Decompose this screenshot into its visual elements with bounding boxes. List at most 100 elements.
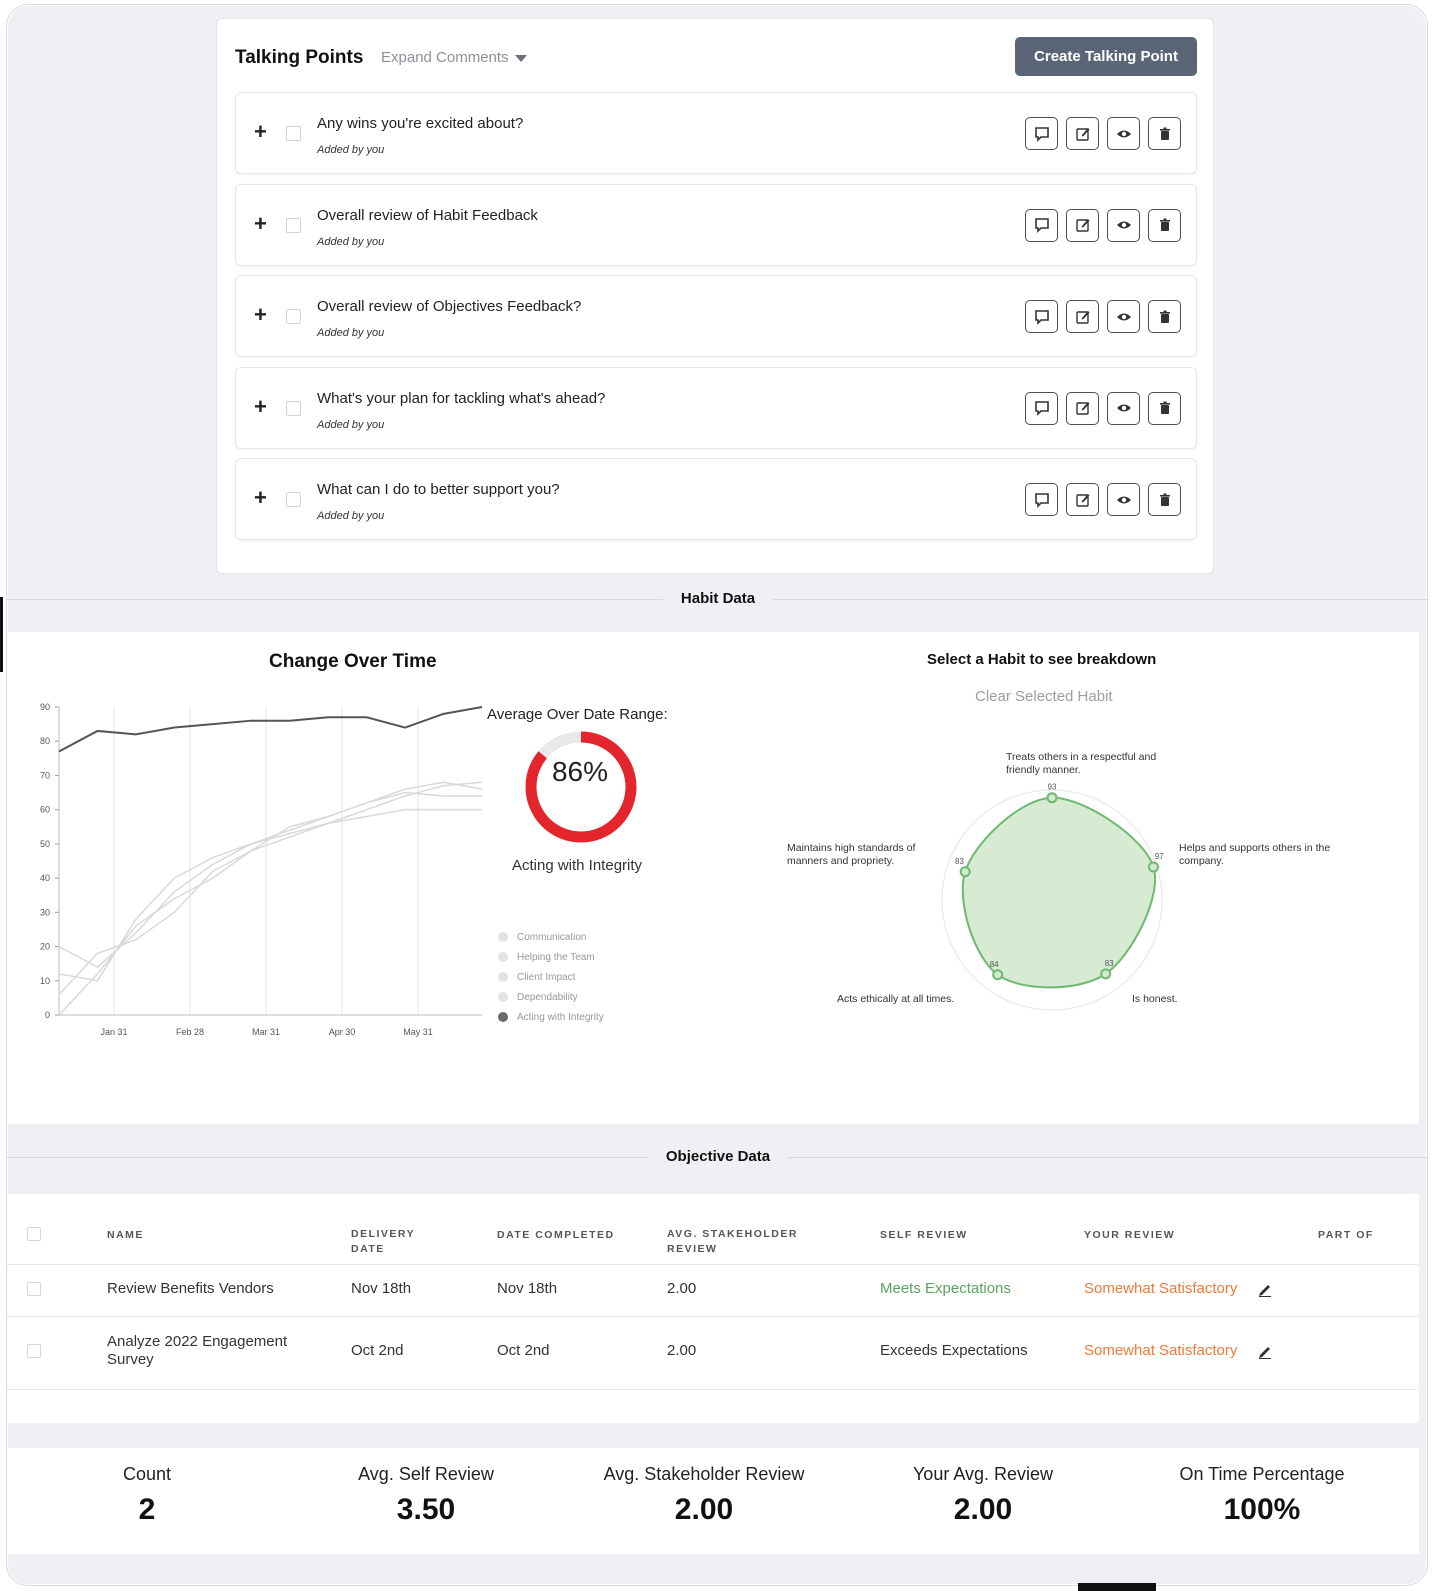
eye-button[interactable] bbox=[1107, 300, 1140, 333]
legend-item[interactable]: Dependability bbox=[498, 987, 604, 1007]
series-line[interactable] bbox=[58, 791, 482, 995]
trash-button[interactable] bbox=[1148, 208, 1181, 242]
talking-point-item[interactable]: + Overall review of Habit Feedback Added b… bbox=[235, 183, 1197, 266]
legend-label: Acting with Integrity bbox=[517, 1011, 604, 1023]
expand-plus-icon[interactable]: + bbox=[254, 395, 267, 418]
column-header-your-review[interactable]: YOUR REVIEW bbox=[1084, 1228, 1175, 1243]
talking-point-item[interactable]: + Any wins you're excited about? Added by … bbox=[235, 92, 1197, 174]
edit-review-icon[interactable] bbox=[1257, 1343, 1273, 1359]
summary-value: 2.00 bbox=[953, 1493, 1013, 1526]
delivery-date: Oct 2nd bbox=[351, 1342, 404, 1359]
radar-axis-label: Helps and supports others in the company… bbox=[1179, 842, 1331, 867]
your-review[interactable]: Somewhat Satisfactory bbox=[1084, 1280, 1237, 1298]
talking-point-checkbox[interactable] bbox=[286, 492, 301, 507]
edit-icon bbox=[1074, 399, 1092, 417]
comment-button[interactable] bbox=[1025, 208, 1058, 242]
series-line[interactable] bbox=[58, 781, 483, 982]
talking-point-checkbox[interactable] bbox=[286, 400, 301, 416]
window-edge-marker bbox=[0, 597, 3, 672]
expand-plus-icon[interactable]: + bbox=[254, 304, 267, 326]
eye-button[interactable] bbox=[1107, 391, 1140, 425]
radar-point[interactable] bbox=[959, 866, 971, 878]
edit-icon bbox=[1074, 216, 1092, 234]
expand-comments-toggle[interactable]: Expand Comments bbox=[381, 49, 527, 66]
trash-icon bbox=[1156, 216, 1174, 234]
clear-selected-habit-link[interactable]: Clear Selected Habit bbox=[975, 688, 1113, 705]
radar-value-label: 83 bbox=[955, 857, 964, 866]
radar-axis-label: Maintains high standards of manners and … bbox=[787, 842, 916, 867]
eye-button[interactable] bbox=[1107, 208, 1140, 242]
eye-icon bbox=[1115, 216, 1133, 234]
edit-icon bbox=[1074, 125, 1092, 143]
expand-plus-icon[interactable]: + bbox=[254, 212, 267, 235]
talking-point-item[interactable]: + What's your plan for tackling what's ah… bbox=[235, 366, 1197, 449]
select-all-checkbox[interactable] bbox=[27, 1227, 41, 1241]
talking-point-text: What can I do to better support you? bbox=[317, 481, 560, 498]
radar-point[interactable] bbox=[992, 969, 1004, 981]
edit-button[interactable] bbox=[1066, 483, 1099, 516]
comment-button[interactable] bbox=[1025, 483, 1058, 516]
y-tick-label: 30 bbox=[40, 907, 50, 917]
comment-button[interactable] bbox=[1025, 300, 1058, 333]
trash-icon bbox=[1156, 125, 1174, 143]
legend-item[interactable]: Helping the Team bbox=[498, 947, 604, 967]
objective-name[interactable]: Analyze 2022 Engagement Survey bbox=[107, 1333, 317, 1369]
column-header-self-review[interactable]: SELF REVIEW bbox=[880, 1228, 968, 1243]
radar-point[interactable] bbox=[1046, 792, 1058, 804]
habit-data-header: Habit Data bbox=[7, 590, 1427, 608]
talking-point-author: Added by you bbox=[317, 327, 385, 339]
summary-label: Count bbox=[122, 1464, 172, 1484]
eye-button[interactable] bbox=[1107, 117, 1140, 150]
trash-button[interactable] bbox=[1148, 300, 1181, 333]
comment-button[interactable] bbox=[1025, 117, 1058, 150]
self-review: Exceeds Expectations bbox=[880, 1342, 1028, 1359]
trash-icon bbox=[1156, 399, 1174, 417]
talking-point-checkbox[interactable] bbox=[286, 217, 301, 233]
talking-point-checkbox[interactable] bbox=[286, 309, 301, 324]
row-checkbox[interactable] bbox=[27, 1282, 41, 1296]
series-line[interactable] bbox=[58, 706, 483, 753]
expand-plus-icon[interactable]: + bbox=[254, 487, 267, 509]
talking-point-checkbox[interactable] bbox=[286, 126, 301, 141]
column-header-name[interactable]: NAME bbox=[107, 1228, 144, 1243]
comment-button[interactable] bbox=[1025, 391, 1058, 425]
legend-item[interactable]: Communication bbox=[498, 927, 604, 947]
trash-button[interactable] bbox=[1148, 391, 1181, 425]
eye-button[interactable] bbox=[1107, 483, 1140, 516]
summary-avg-self-review: Avg. Self Review 3.50 bbox=[296, 1464, 556, 1527]
edit-button[interactable] bbox=[1066, 208, 1099, 242]
radar-axis-label: Treats others in a respectful and friend… bbox=[1006, 751, 1157, 776]
edit-review-icon[interactable] bbox=[1257, 1281, 1273, 1297]
talking-point-text: Any wins you're excited about? bbox=[317, 115, 524, 132]
y-tick-label: 10 bbox=[40, 976, 50, 986]
trash-button[interactable] bbox=[1148, 117, 1181, 150]
legend-item[interactable]: Acting with Integrity bbox=[498, 1007, 604, 1027]
create-talking-point-button[interactable]: Create Talking Point bbox=[1015, 37, 1197, 76]
radar-point[interactable] bbox=[1147, 861, 1159, 873]
column-header-date-completed[interactable]: DATE COMPLETED bbox=[497, 1228, 615, 1243]
x-tick-label: Mar 31 bbox=[252, 1027, 280, 1037]
column-header-delivery-date[interactable]: DELIVERY DATE bbox=[351, 1227, 451, 1257]
trash-button[interactable] bbox=[1148, 483, 1181, 516]
talking-point-item[interactable]: + Overall review of Objectives Feedback? A… bbox=[235, 275, 1197, 357]
habit-legend: Communication Helping the Team Client Impa… bbox=[498, 927, 604, 1027]
column-header-part-of[interactable]: PART OF bbox=[1318, 1228, 1374, 1243]
radar-point[interactable] bbox=[1100, 968, 1112, 980]
talking-point-item[interactable]: + What can I do to better support you? Add… bbox=[235, 458, 1197, 540]
column-header-avg-stakeholder-review[interactable]: AVG. STAKEHOLDER REVIEW bbox=[667, 1227, 827, 1257]
your-review[interactable]: Somewhat Satisfactory bbox=[1084, 1342, 1237, 1360]
expand-plus-icon[interactable]: + bbox=[254, 121, 267, 143]
objective-data-header: Objective Data bbox=[7, 1148, 1427, 1166]
row-checkbox[interactable] bbox=[27, 1344, 41, 1358]
radar-value-label: 84 bbox=[990, 960, 999, 969]
edit-button[interactable] bbox=[1066, 117, 1099, 150]
objective-name[interactable]: Review Benefits Vendors bbox=[107, 1280, 274, 1298]
edit-button[interactable] bbox=[1066, 300, 1099, 333]
edit-button[interactable] bbox=[1066, 391, 1099, 425]
talking-point-actions bbox=[1025, 391, 1181, 425]
legend-dot-icon bbox=[498, 1012, 508, 1022]
series-line[interactable] bbox=[58, 808, 482, 1016]
avg-stakeholder-review: 2.00 bbox=[667, 1342, 697, 1359]
talking-point-author: Added by you bbox=[317, 510, 385, 522]
legend-item[interactable]: Client Impact bbox=[498, 967, 604, 987]
